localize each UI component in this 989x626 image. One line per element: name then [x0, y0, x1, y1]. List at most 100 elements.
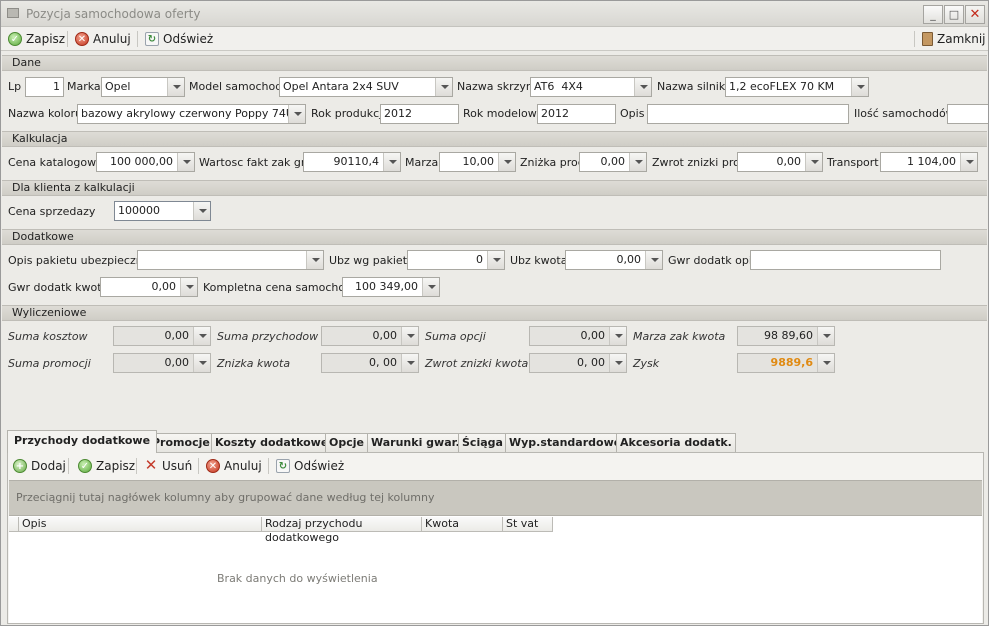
- model-select[interactable]: Opel Antara 2x4 SUV: [279, 77, 453, 97]
- znizka-proc-input[interactable]: 0,00: [579, 152, 647, 172]
- close-button[interactable]: Zamknij: [922, 30, 986, 48]
- column-header-opis[interactable]: Opis: [19, 517, 262, 532]
- skrzynia-label: Nazwa skrzyni: [457, 80, 536, 93]
- add-label: Dodaj: [31, 459, 66, 473]
- dropdown-arrow-icon[interactable]: [180, 278, 197, 296]
- column-header-rodzaj[interactable]: Rodzaj przychodu dodatkowego: [262, 517, 422, 544]
- transport-input[interactable]: 1 104,00: [880, 152, 978, 172]
- minimize-button[interactable]: _: [923, 5, 943, 24]
- gwr-dodatk-kwota-input[interactable]: 0,00: [100, 277, 198, 297]
- dropdown-arrow-icon[interactable]: [634, 78, 651, 96]
- wartosc-fakt-input[interactable]: 90110,4: [303, 152, 401, 172]
- grid-refresh-button[interactable]: ↻ Odśwież: [276, 457, 344, 475]
- refresh-icon: ↻: [276, 459, 290, 473]
- rok-produkcji-label: Rok produkcji: [311, 107, 386, 120]
- check-icon: ✓: [78, 459, 92, 473]
- dropdown-arrow-icon[interactable]: [629, 153, 646, 171]
- zwrot-znizki-kwota-label: Zwrot znizki kwota: [425, 357, 529, 370]
- cena-sprzedazy-input[interactable]: 100000: [114, 201, 211, 221]
- dropdown-arrow-icon[interactable]: [805, 153, 822, 171]
- dropdown-arrow-icon[interactable]: [306, 251, 323, 269]
- section-dla-klienta: Dla klienta z kalkulacji: [2, 180, 987, 196]
- dropdown-arrow-icon[interactable]: [193, 354, 210, 372]
- tab-wyp-standardowe[interactable]: Wyp.standardowe: [505, 433, 626, 452]
- suma-przychodow-label: Suma przychodow: [217, 330, 319, 343]
- rok-produkcji-input[interactable]: 2012: [380, 104, 459, 124]
- save-label: Zapisz: [26, 32, 66, 46]
- ilosc-samochodow-label: Ilość samochodów: [854, 107, 955, 120]
- gwr-dodatk-opis-input[interactable]: [750, 250, 941, 270]
- ubz-pakietu-input[interactable]: 0: [407, 250, 505, 270]
- column-header-kwota[interactable]: Kwota: [422, 517, 503, 532]
- dropdown-arrow-icon[interactable]: [435, 78, 452, 96]
- zwrot-znizki-proc-input[interactable]: 0,00: [737, 152, 823, 172]
- kolor-label: Nazwa koloru: [8, 107, 82, 120]
- ubz-kwota-input[interactable]: 0,00: [565, 250, 663, 270]
- znizka-proc-label: Zniżka proc: [520, 156, 584, 169]
- toolbar-separator: [137, 31, 138, 47]
- kompletna-cena-input[interactable]: 100 349,00: [342, 277, 440, 297]
- opis-pakietu-select[interactable]: [137, 250, 324, 270]
- lp-input[interactable]: 1: [25, 77, 64, 97]
- delete-button[interactable]: ✕ Usuń: [144, 457, 193, 475]
- window-title: Pozycja samochodowa oferty: [26, 7, 201, 21]
- dropdown-arrow-icon[interactable]: [609, 327, 626, 345]
- opis-input[interactable]: [647, 104, 849, 124]
- dropdown-arrow-icon[interactable]: [645, 251, 662, 269]
- toolbar-separator: [914, 31, 915, 47]
- cancel-button[interactable]: ✕ Anuluj: [75, 30, 131, 48]
- marza-input[interactable]: 10,00: [439, 152, 516, 172]
- dropdown-arrow-icon[interactable]: [193, 327, 210, 345]
- marka-select[interactable]: Opel: [101, 77, 185, 97]
- toolbar-separator: [268, 458, 269, 474]
- dropdown-arrow-icon[interactable]: [193, 202, 210, 220]
- save-button[interactable]: ✓ Zapisz: [8, 30, 65, 48]
- marza-zak-kwota-label: Marza zak kwota: [633, 330, 726, 343]
- dropdown-arrow-icon[interactable]: [167, 78, 184, 96]
- znizka-kwota-label: Znizka kwota: [217, 357, 291, 370]
- kolor-select[interactable]: bazowy akrylowy czerwony Poppy 74U: [77, 104, 306, 124]
- group-by-panel[interactable]: Przeciągnij tutaj nagłówek kolumny aby g…: [9, 480, 982, 516]
- tab-opcje[interactable]: Opcje: [325, 433, 368, 452]
- dropdown-arrow-icon[interactable]: [960, 153, 977, 171]
- tab-koszty-dodatkowe[interactable]: Koszty dodatkowe: [211, 433, 333, 452]
- dropdown-arrow-icon[interactable]: [609, 354, 626, 372]
- ilosc-samochodow-input[interactable]: [947, 104, 988, 124]
- skrzynia-select[interactable]: AT6 4X4: [530, 77, 652, 97]
- add-button[interactable]: + Dodaj: [13, 457, 66, 475]
- refresh-button[interactable]: ↻ Odśwież: [145, 30, 213, 48]
- close-window-button[interactable]: ✕: [965, 5, 985, 24]
- data-grid: Opis Rodzaj przychodu dodatkowego Kwota …: [9, 516, 982, 623]
- marza-zak-kwota-field: 98 89,60: [737, 326, 835, 346]
- dropdown-arrow-icon[interactable]: [383, 153, 400, 171]
- tab-przychody-dodatkowe[interactable]: Przychody dodatkowe: [7, 430, 158, 453]
- toolbar-separator: [68, 458, 69, 474]
- rok-modelowy-input[interactable]: 2012: [537, 104, 616, 124]
- silnik-label: Nazwa silnika: [657, 80, 732, 93]
- opis-label: Opis: [620, 107, 645, 120]
- silnik-select[interactable]: 1,2 ecoFLEX 70 KM: [725, 77, 869, 97]
- tab-promocje[interactable]: Promocje: [148, 433, 214, 452]
- dropdown-arrow-icon[interactable]: [177, 153, 194, 171]
- tab-akcesoria-dodatk[interactable]: Akcesoria dodatk.: [616, 433, 736, 452]
- maximize-button[interactable]: □: [944, 5, 964, 24]
- column-header-st-vat[interactable]: St vat: [503, 517, 553, 532]
- toolbar-separator: [67, 31, 68, 47]
- dropdown-arrow-icon[interactable]: [851, 78, 868, 96]
- tab-warunki-gwar[interactable]: Warunki gwar.: [367, 433, 464, 452]
- grid-cancel-button[interactable]: ✕ Anuluj: [206, 457, 262, 475]
- grid-save-button[interactable]: ✓ Zapisz: [78, 457, 135, 475]
- dropdown-arrow-icon[interactable]: [401, 327, 418, 345]
- cena-katalogowa-input[interactable]: 100 000,00: [96, 152, 195, 172]
- dropdown-arrow-icon[interactable]: [817, 327, 834, 345]
- dropdown-arrow-icon[interactable]: [817, 354, 834, 372]
- check-icon: ✓: [8, 32, 22, 46]
- offer-car-position-window: Pozycja samochodowa oferty _ □ ✕ ✓ Zapis…: [0, 0, 989, 626]
- dropdown-arrow-icon[interactable]: [498, 153, 515, 171]
- dropdown-arrow-icon[interactable]: [487, 251, 504, 269]
- dropdown-arrow-icon[interactable]: [422, 278, 439, 296]
- dropdown-arrow-icon[interactable]: [401, 354, 418, 372]
- dropdown-arrow-icon[interactable]: [288, 105, 305, 123]
- tab-sciaga[interactable]: Ściąga: [458, 433, 507, 452]
- section-dodatkowe: Dodatkowe: [2, 229, 987, 245]
